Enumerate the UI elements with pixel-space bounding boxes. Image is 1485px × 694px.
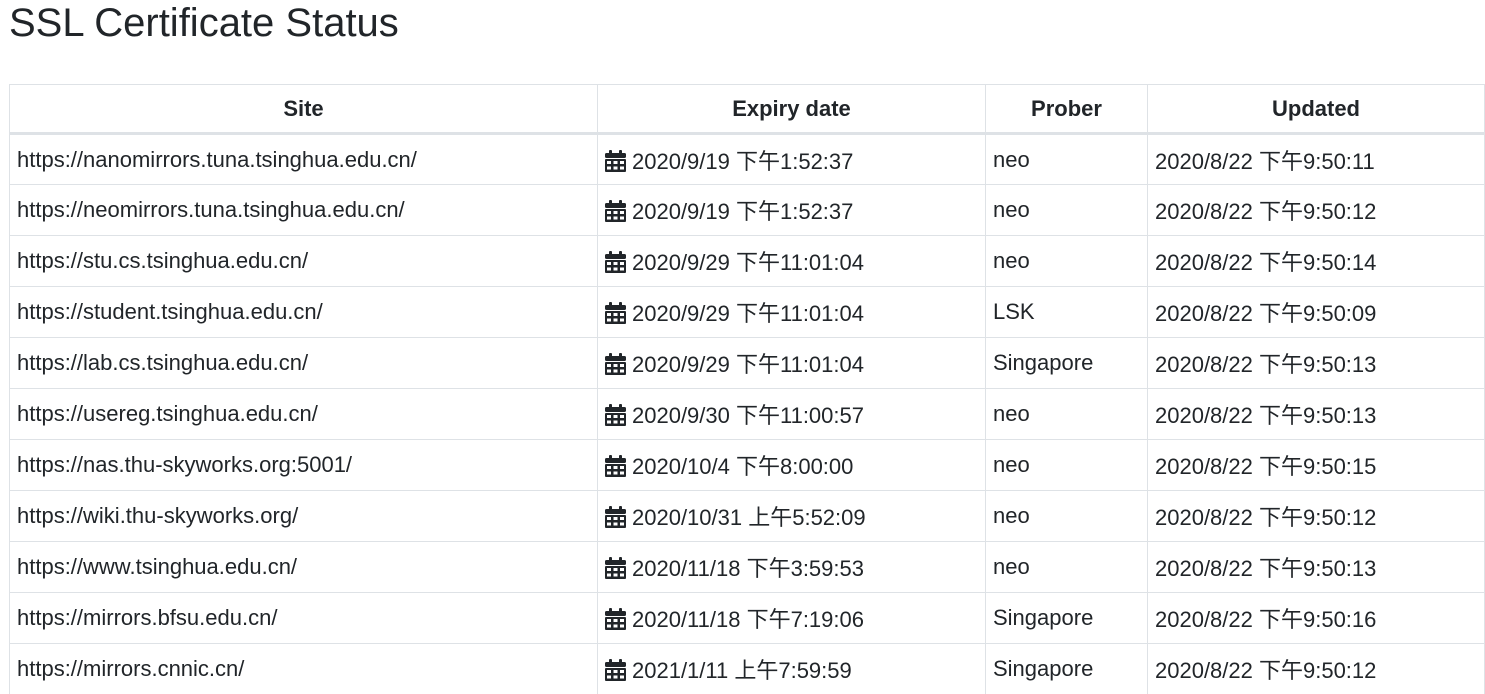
expiry-date-cell: 2020/9/19 下午1:52:37: [597, 184, 986, 236]
expiry-date-cell: 2020/9/29 下午11:01:04: [597, 286, 986, 338]
ssl-status-table: Site Expiry date Prober Updated https://…: [9, 84, 1485, 694]
calendar-icon: [605, 455, 626, 477]
prober-cell: neo: [985, 184, 1148, 236]
prober-cell: neo: [985, 490, 1148, 542]
site-cell: https://usereg.tsinghua.edu.cn/: [9, 388, 598, 440]
expiry-date-text: 2020/11/18 下午7:19:06: [632, 607, 864, 632]
table-body: https://nanomirrors.tuna.tsinghua.edu.cn…: [9, 133, 1485, 694]
updated-cell: 2020/8/22 下午9:50:12: [1147, 184, 1485, 236]
site-cell: https://student.tsinghua.edu.cn/: [9, 286, 598, 338]
table-header: Site Expiry date Prober Updated: [9, 84, 1485, 135]
table-row: https://nanomirrors.tuna.tsinghua.edu.cn…: [9, 133, 1485, 185]
prober-cell: neo: [985, 541, 1148, 593]
prober-cell: Singapore: [985, 592, 1148, 644]
updated-cell: 2020/8/22 下午9:50:12: [1147, 490, 1485, 542]
table-row: https://nas.thu-skyworks.org:5001/ 2020/…: [9, 439, 1485, 491]
calendar-icon: [605, 302, 626, 324]
updated-cell: 2020/8/22 下午9:50:15: [1147, 439, 1485, 491]
column-header-prober: Prober: [985, 84, 1148, 135]
expiry-date-text: 2020/11/18 下午3:59:53: [632, 556, 864, 581]
page-title: SSL Certificate Status: [9, 1, 399, 45]
site-cell: https://www.tsinghua.edu.cn/: [9, 541, 598, 593]
expiry-date-cell: 2020/9/19 下午1:52:37: [597, 133, 986, 185]
column-header-expiry-date: Expiry date: [597, 84, 986, 135]
prober-cell: neo: [985, 388, 1148, 440]
updated-cell: 2020/8/22 下午9:50:13: [1147, 541, 1485, 593]
calendar-icon: [605, 404, 626, 426]
table-row: https://wiki.thu-skyworks.org/ 2020/10/3…: [9, 490, 1485, 542]
calendar-icon: [605, 251, 626, 273]
expiry-date-cell: 2021/1/11 上午7:59:59: [597, 643, 986, 694]
expiry-date-text: 2020/9/19 下午1:52:37: [632, 148, 854, 174]
expiry-date-text: 2020/10/31 上午5:52:09: [632, 505, 866, 530]
expiry-date-text: 2021/1/11 上午7:59:59: [632, 658, 852, 683]
table-row: https://neomirrors.tuna.tsinghua.edu.cn/…: [9, 184, 1485, 236]
site-cell: https://lab.cs.tsinghua.edu.cn/: [9, 337, 598, 389]
updated-cell: 2020/8/22 下午9:50:12: [1147, 643, 1485, 694]
prober-cell: LSK: [985, 286, 1148, 338]
expiry-date-cell: 2020/11/18 下午3:59:53: [597, 541, 986, 593]
updated-cell: 2020/8/22 下午9:50:09: [1147, 286, 1485, 338]
calendar-icon: [605, 659, 626, 681]
updated-cell: 2020/8/22 下午9:50:14: [1147, 235, 1485, 287]
column-header-updated: Updated: [1147, 84, 1485, 135]
calendar-icon: [605, 200, 626, 222]
updated-cell: 2020/8/22 下午9:50:13: [1147, 388, 1485, 440]
expiry-date-text: 2020/10/4 下午8:00:00: [632, 454, 854, 479]
expiry-date-cell: 2020/10/31 上午5:52:09: [597, 490, 986, 542]
site-cell: https://mirrors.cnnic.cn/: [9, 643, 598, 694]
updated-cell: 2020/8/22 下午9:50:13: [1147, 337, 1485, 389]
site-cell: https://wiki.thu-skyworks.org/: [9, 490, 598, 542]
calendar-icon: [605, 506, 626, 528]
prober-cell: neo: [985, 235, 1148, 287]
table-row: https://www.tsinghua.edu.cn/ 2020/11/18 …: [9, 541, 1485, 593]
site-cell: https://neomirrors.tuna.tsinghua.edu.cn/: [9, 184, 598, 236]
expiry-date-text: 2020/9/29 下午11:01:04: [632, 250, 864, 275]
site-cell: https://nas.thu-skyworks.org:5001/: [9, 439, 598, 491]
calendar-icon: [605, 353, 626, 375]
updated-cell: 2020/8/22 下午9:50:16: [1147, 592, 1485, 644]
updated-cell: 2020/8/22 下午9:50:11: [1147, 133, 1485, 185]
table-row: https://stu.cs.tsinghua.edu.cn/ 2020/9/2…: [9, 235, 1485, 287]
table-row: https://student.tsinghua.edu.cn/ 2020/9/…: [9, 286, 1485, 338]
prober-cell: Singapore: [985, 337, 1148, 389]
calendar-icon: [605, 149, 626, 172]
site-cell: https://nanomirrors.tuna.tsinghua.edu.cn…: [9, 133, 598, 185]
table-row: https://mirrors.bfsu.edu.cn/ 2020/11/18 …: [9, 592, 1485, 644]
expiry-date-text: 2020/9/29 下午11:01:04: [632, 301, 864, 326]
calendar-icon: [605, 557, 626, 579]
table-row: https://lab.cs.tsinghua.edu.cn/ 2020/9/2…: [9, 337, 1485, 389]
expiry-date-text: 2020/9/19 下午1:52:37: [632, 199, 854, 224]
column-header-site: Site: [9, 84, 598, 135]
expiry-date-cell: 2020/10/4 下午8:00:00: [597, 439, 986, 491]
expiry-date-cell: 2020/11/18 下午7:19:06: [597, 592, 986, 644]
prober-cell: Singapore: [985, 643, 1148, 694]
expiry-date-cell: 2020/9/30 下午11:00:57: [597, 388, 986, 440]
prober-cell: neo: [985, 133, 1148, 185]
table-row: https://usereg.tsinghua.edu.cn/ 2020/9/3…: [9, 388, 1485, 440]
site-cell: https://stu.cs.tsinghua.edu.cn/: [9, 235, 598, 287]
expiry-date-cell: 2020/9/29 下午11:01:04: [597, 337, 986, 389]
site-cell: https://mirrors.bfsu.edu.cn/: [9, 592, 598, 644]
prober-cell: neo: [985, 439, 1148, 491]
expiry-date-cell: 2020/9/29 下午11:01:04: [597, 235, 986, 287]
table-header-row: Site Expiry date Prober Updated: [9, 84, 1485, 135]
expiry-date-text: 2020/9/29 下午11:01:04: [632, 352, 864, 377]
expiry-date-text: 2020/9/30 下午11:00:57: [632, 403, 864, 428]
table-row: https://mirrors.cnnic.cn/ 2021/1/11 上午7:…: [9, 643, 1485, 694]
calendar-icon: [605, 608, 626, 630]
